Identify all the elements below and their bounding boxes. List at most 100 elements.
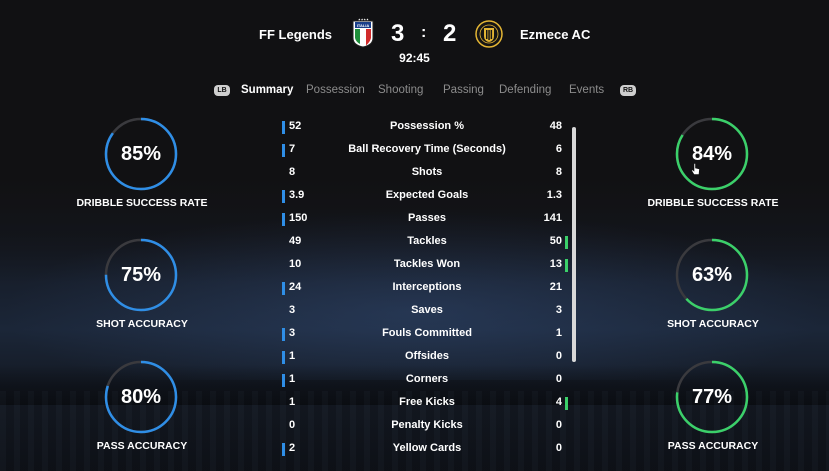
stat-home-value: 8 — [289, 166, 296, 178]
away-leader-bar — [565, 259, 568, 272]
stat-label: Passes — [408, 212, 446, 224]
away-leader-bar — [565, 397, 568, 410]
stat-home-value: 1 — [289, 396, 296, 408]
ring-value: 77% — [691, 386, 733, 408]
stat-away-value: 1.3 — [546, 189, 562, 201]
stat-row: 10 Tackles Won 13 — [282, 255, 572, 278]
lb-button-icon[interactable]: LB — [214, 85, 230, 96]
stat-away-value: 3 — [555, 304, 562, 316]
tab-summary[interactable]: Summary — [241, 84, 293, 96]
stat-row: 49 Tackles 50 — [282, 232, 572, 255]
stat-home-value: 150 — [289, 212, 308, 224]
stat-home-value: 1 — [289, 373, 296, 385]
stat-row: 52 Possession % 48 — [282, 117, 572, 140]
stat-label: Tackles Won — [393, 258, 461, 270]
stat-away-value: 0 — [555, 442, 562, 454]
ring-label: PASS ACCURACY — [667, 440, 759, 452]
match-header: FF Legends ITALIA ★★★★ 3 : 2 Ezmece AC 9… — [0, 18, 829, 68]
ring-label: SHOT ACCURACY — [96, 318, 188, 330]
home-leader-bar — [282, 374, 285, 387]
stat-row: 1 Offsides 0 — [282, 347, 572, 370]
stat-label: Ball Recovery Time (Seconds) — [348, 143, 506, 155]
home-leader-bar — [282, 282, 285, 295]
away-score: 2 — [443, 20, 457, 47]
ring-label: DRIBBLE SUCCESS RATE — [76, 197, 208, 209]
home-leader-bar — [282, 144, 285, 157]
stat-label: Expected Goals — [385, 189, 469, 201]
stat-away-value: 13 — [549, 258, 562, 270]
match-clock: 92:45 — [399, 51, 430, 65]
stat-away-value: 48 — [549, 120, 562, 132]
home-leader-bar — [282, 190, 285, 203]
ring-value: 84% — [691, 143, 733, 165]
stat-label: Interceptions — [392, 281, 462, 293]
stat-away-value: 21 — [549, 281, 562, 293]
stat-row: 24 Interceptions 21 — [282, 278, 572, 301]
svg-text:★★★★: ★★★★ — [358, 18, 369, 22]
stat-label: Corners — [405, 373, 449, 385]
stat-label: Fouls Committed — [382, 327, 472, 339]
home-team-name: FF Legends — [259, 27, 332, 42]
home-score: 3 — [391, 20, 405, 47]
stat-label: Offsides — [404, 350, 449, 362]
hand-cursor-icon — [691, 163, 700, 175]
stat-away-value: 6 — [555, 143, 562, 155]
home-leader-bar — [282, 328, 285, 341]
stat-label: Tackles — [407, 235, 447, 247]
ring-label: SHOT ACCURACY — [667, 318, 759, 330]
stats-tabs: LB Summary Possession Shooting Passing D… — [0, 84, 829, 100]
away-leader-bar — [565, 236, 568, 249]
stat-label: Penalty Kicks — [391, 419, 463, 431]
stat-label: Yellow Cards — [392, 442, 462, 454]
ring-value: 85% — [120, 143, 162, 165]
away-team-name: Ezmece AC — [520, 27, 591, 42]
stat-home-value: 10 — [289, 258, 302, 270]
stat-home-value: 52 — [289, 120, 302, 132]
stat-label: Free Kicks — [399, 396, 455, 408]
stat-away-value: 141 — [543, 212, 562, 224]
tab-passing[interactable]: Passing — [443, 84, 484, 96]
stat-row: 1 Corners 0 — [282, 370, 572, 393]
ring-value: 63% — [691, 264, 733, 286]
stat-row: 1 Free Kicks 4 — [282, 393, 572, 416]
stat-home-value: 1 — [289, 350, 296, 362]
tab-events[interactable]: Events — [569, 84, 604, 96]
home-leader-bar — [282, 443, 285, 456]
stat-row: 0 Penalty Kicks 0 — [282, 416, 572, 439]
stat-row: 3 Fouls Committed 1 — [282, 324, 572, 347]
stat-row: 7 Ball Recovery Time (Seconds) 6 — [282, 140, 572, 163]
stat-row: 3 Saves 3 — [282, 301, 572, 324]
home-leader-bar — [282, 213, 285, 226]
stat-home-value: 3 — [289, 327, 296, 339]
ezmece-crest-icon — [475, 20, 503, 48]
stat-row: 8 Shots 8 — [282, 163, 572, 186]
ring-label: DRIBBLE SUCCESS RATE — [647, 197, 779, 209]
stats-scrollbar[interactable] — [572, 127, 576, 362]
stat-away-value: 4 — [555, 396, 562, 408]
stat-row: 150 Passes 141 — [282, 209, 572, 232]
stat-away-value: 0 — [555, 419, 562, 431]
stat-home-value: 2 — [289, 442, 296, 454]
stat-label: Shots — [411, 166, 443, 178]
ring-label: PASS ACCURACY — [96, 440, 188, 452]
stat-home-value: 7 — [289, 143, 296, 155]
tab-defending[interactable]: Defending — [499, 84, 551, 96]
stat-away-value: 0 — [555, 373, 562, 385]
stat-label: Saves — [411, 304, 443, 316]
score-separator: : — [421, 24, 427, 41]
ring-value: 75% — [120, 264, 162, 286]
stat-home-value: 49 — [289, 235, 302, 247]
italy-crest-icon: ITALIA ★★★★ — [352, 18, 374, 48]
stat-away-value: 8 — [555, 166, 562, 178]
stat-home-value: 24 — [289, 281, 302, 293]
stat-home-value: 3.9 — [289, 189, 305, 201]
home-leader-bar — [282, 351, 285, 364]
stat-row: 2 Yellow Cards 0 — [282, 439, 572, 462]
stat-home-value: 0 — [289, 419, 296, 431]
tab-shooting[interactable]: Shooting — [378, 84, 423, 96]
rb-button-icon[interactable]: RB — [620, 85, 636, 96]
stat-away-value: 1 — [555, 327, 562, 339]
tab-possession[interactable]: Possession — [306, 84, 365, 96]
ring-value: 80% — [120, 386, 162, 408]
stat-away-value: 0 — [555, 350, 562, 362]
